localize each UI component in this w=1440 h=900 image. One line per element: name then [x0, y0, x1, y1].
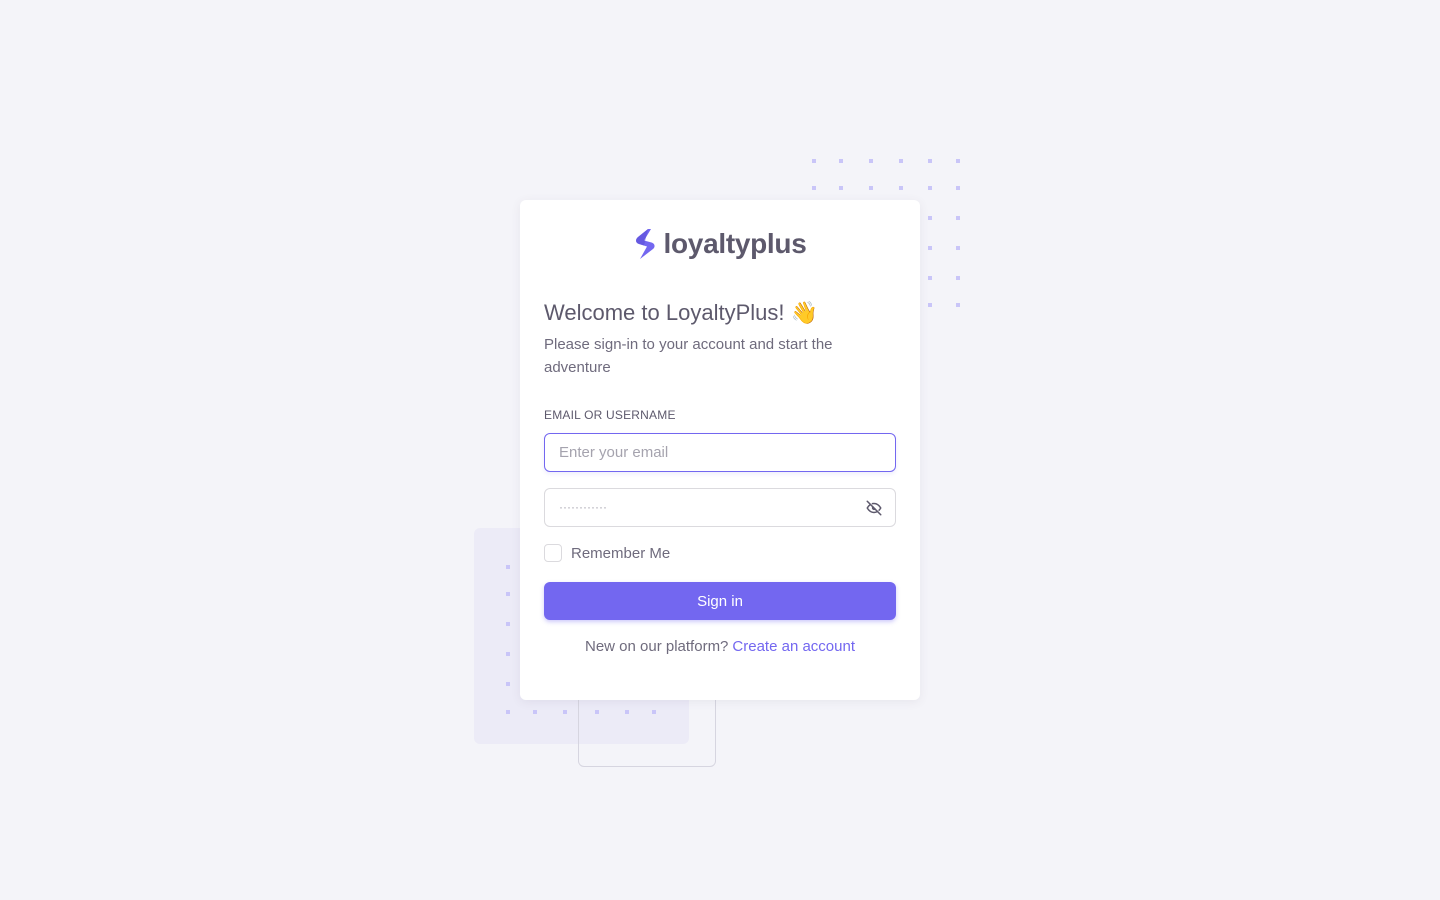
email-label: EMAIL OR USERNAME [544, 408, 676, 422]
remember-me[interactable]: Remember Me [544, 544, 670, 562]
brand-name: loyaltyplus [663, 228, 807, 259]
email-input[interactable] [544, 433, 896, 472]
brand-logo-icon [635, 229, 655, 259]
welcome-heading: Welcome to LoyaltyPlus! 👋 [544, 298, 818, 328]
remember-me-label[interactable]: Remember Me [571, 545, 670, 562]
brand-header: loyaltyplus [520, 228, 920, 260]
eye-off-icon[interactable] [865, 499, 883, 517]
sign-in-button[interactable]: Sign in [544, 582, 896, 620]
signup-prompt: New on our platform? Create an account [520, 638, 920, 655]
login-card: loyaltyplus Welcome to LoyaltyPlus! 👋 Pl… [520, 200, 920, 700]
remember-me-checkbox[interactable] [544, 544, 562, 562]
password-field[interactable]: ············ [544, 488, 896, 527]
waving-hand-icon: 👋 [790, 300, 818, 325]
create-account-link[interactable]: Create an account [732, 638, 855, 655]
signup-prompt-text: New on our platform? [585, 638, 729, 655]
login-page: loyaltyplus Welcome to LoyaltyPlus! 👋 Pl… [0, 0, 1440, 900]
welcome-title: Welcome to LoyaltyPlus! [544, 300, 785, 325]
welcome-subtitle: Please sign-in to your account and start… [544, 336, 833, 376]
password-mask: ············ [559, 500, 607, 514]
